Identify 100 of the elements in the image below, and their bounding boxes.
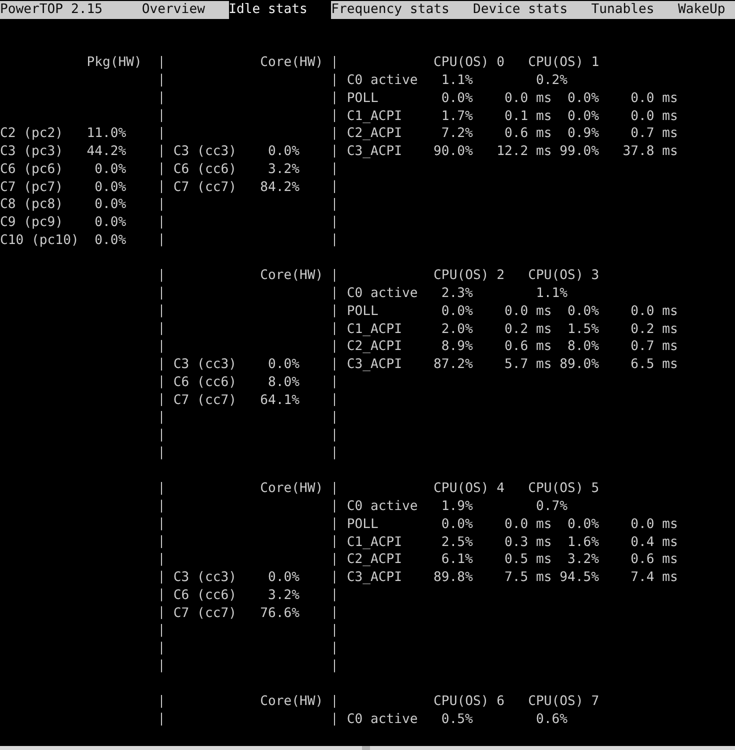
- residency-value: 1.1%: [536, 285, 568, 303]
- cstate-label: POLL: [346, 302, 378, 320]
- residency-value: 0.5%: [441, 711, 473, 729]
- cstate-label: C3 (cc3): [173, 356, 236, 374]
- cstate-label: C2_ACPI: [346, 125, 402, 143]
- residency-value: 76.6%: [260, 604, 300, 622]
- residency-value: 1.6%: [568, 534, 600, 552]
- column-header: CPU(OS) 6: [434, 693, 504, 711]
- residency-value: 2.5%: [441, 534, 473, 552]
- duration-value: 0.0 ms: [630, 108, 678, 126]
- residency-value: 64.1%: [260, 392, 300, 410]
- cstate-label: C3_ACPI: [346, 569, 402, 587]
- app-title: PowerTOP 2.15: [0, 1, 104, 19]
- cstate-label: C1_ACPI: [346, 320, 402, 338]
- cstate-label: C0 active: [346, 285, 418, 303]
- duration-value: 37.8 ms: [622, 143, 678, 161]
- residency-value: 44.2%: [86, 143, 126, 161]
- column-header: Pkg(HW): [86, 54, 142, 72]
- residency-value: 89.0%: [560, 356, 600, 374]
- cstate-label: C8 (pc8): [0, 196, 64, 214]
- residency-value: 0.0%: [94, 178, 126, 196]
- tab[interactable]: WakeUp: [678, 1, 735, 19]
- tab[interactable]: Idle stats: [228, 1, 332, 19]
- residency-value: 8.9%: [441, 338, 473, 356]
- column-header: CPU(OS) 4: [434, 480, 504, 498]
- cstate-label: C0 active: [346, 711, 418, 729]
- duration-value: 7.5 ms: [504, 569, 552, 587]
- cstate-label: C10 (pc10): [0, 232, 79, 250]
- scrollbar-thumb[interactable]: [362, 746, 370, 750]
- cstate-label: C3 (pc3): [0, 143, 64, 161]
- residency-value: 6.1%: [441, 551, 473, 569]
- duration-value: 0.0 ms: [630, 516, 678, 534]
- residency-value: 0.6%: [536, 711, 568, 729]
- duration-value: 0.7 ms: [630, 125, 678, 143]
- residency-value: 0.0%: [94, 196, 126, 214]
- residency-value: 0.0%: [441, 516, 473, 534]
- residency-value: 0.0%: [568, 516, 600, 534]
- column-header: CPU(OS) 5: [528, 480, 600, 498]
- cstate-label: C1_ACPI: [346, 534, 402, 552]
- cstate-label: C1_ACPI: [346, 108, 402, 126]
- cstate-label: C3 (cc3): [173, 569, 236, 587]
- cstate-label: C3_ACPI: [346, 143, 402, 161]
- duration-value: 0.6 ms: [504, 125, 552, 143]
- cstate-label: C9 (pc9): [0, 214, 64, 232]
- cstate-label: C6 (cc6): [173, 586, 236, 604]
- cstate-label: POLL: [346, 90, 378, 108]
- duration-value: 0.7 ms: [630, 338, 678, 356]
- residency-value: 0.0%: [568, 302, 600, 320]
- column-header: CPU(OS) 2: [434, 267, 504, 285]
- residency-value: 0.7%: [536, 498, 568, 516]
- duration-value: 0.6 ms: [630, 551, 678, 569]
- cstate-label: C7 (cc7): [173, 178, 236, 196]
- tab[interactable]: Frequency stats: [331, 1, 473, 19]
- duration-value: 0.5 ms: [504, 551, 552, 569]
- duration-value: 0.1 ms: [504, 108, 552, 126]
- residency-value: 0.0%: [268, 356, 300, 374]
- duration-value: 0.0 ms: [504, 302, 552, 320]
- column-header: CPU(OS) 7: [528, 693, 600, 711]
- duration-value: 0.0 ms: [630, 90, 678, 108]
- duration-value: 0.4 ms: [630, 534, 678, 552]
- residency-value: 90.0%: [434, 143, 473, 161]
- duration-value: 0.6 ms: [504, 338, 552, 356]
- cstate-label: C3 (cc3): [173, 143, 236, 161]
- duration-value: 12.2 ms: [496, 143, 552, 161]
- duration-value: 0.2 ms: [630, 320, 678, 338]
- residency-value: 0.0%: [441, 302, 473, 320]
- column-header: Core(HW): [260, 693, 324, 711]
- residency-value: 3.2%: [268, 160, 300, 178]
- tab[interactable]: Overview: [142, 1, 229, 19]
- residency-value: 2.0%: [441, 320, 473, 338]
- duration-value: 0.0 ms: [630, 302, 678, 320]
- tab[interactable]: Device stats: [472, 1, 592, 19]
- residency-value: 0.0%: [268, 143, 300, 161]
- residency-value: 8.0%: [268, 374, 300, 392]
- cstate-label: C7 (cc7): [173, 604, 236, 622]
- duration-value: 0.0 ms: [504, 516, 552, 534]
- column-header: CPU(OS) 1: [528, 54, 600, 72]
- duration-value: 7.4 ms: [630, 569, 678, 587]
- residency-value: 94.5%: [560, 569, 600, 587]
- cstate-label: C0 active: [346, 72, 418, 90]
- cstate-label: C6 (cc6): [173, 374, 236, 392]
- cstate-label: C6 (cc6): [173, 160, 236, 178]
- residency-value: 1.7%: [441, 108, 473, 126]
- cstate-label: C2 (pc2): [0, 125, 64, 143]
- cstate-label: C7 (cc7): [173, 392, 236, 410]
- residency-value: 8.0%: [568, 338, 600, 356]
- residency-value: 7.2%: [441, 125, 473, 143]
- tab[interactable]: Tunables: [591, 1, 678, 19]
- cstate-label: C0 active: [346, 498, 418, 516]
- residency-value: 1.5%: [568, 320, 600, 338]
- residency-value: 0.0%: [94, 232, 126, 250]
- residency-value: 0.0%: [568, 108, 600, 126]
- residency-value: 1.9%: [441, 498, 473, 516]
- residency-value: 0.2%: [536, 72, 568, 90]
- residency-value: 11.0%: [86, 125, 126, 143]
- cstate-label: C3_ACPI: [346, 356, 402, 374]
- residency-value: 0.0%: [94, 214, 126, 232]
- column-header: CPU(OS) 0: [434, 54, 504, 72]
- residency-value: 0.9%: [568, 125, 600, 143]
- duration-value: 6.5 ms: [630, 356, 678, 374]
